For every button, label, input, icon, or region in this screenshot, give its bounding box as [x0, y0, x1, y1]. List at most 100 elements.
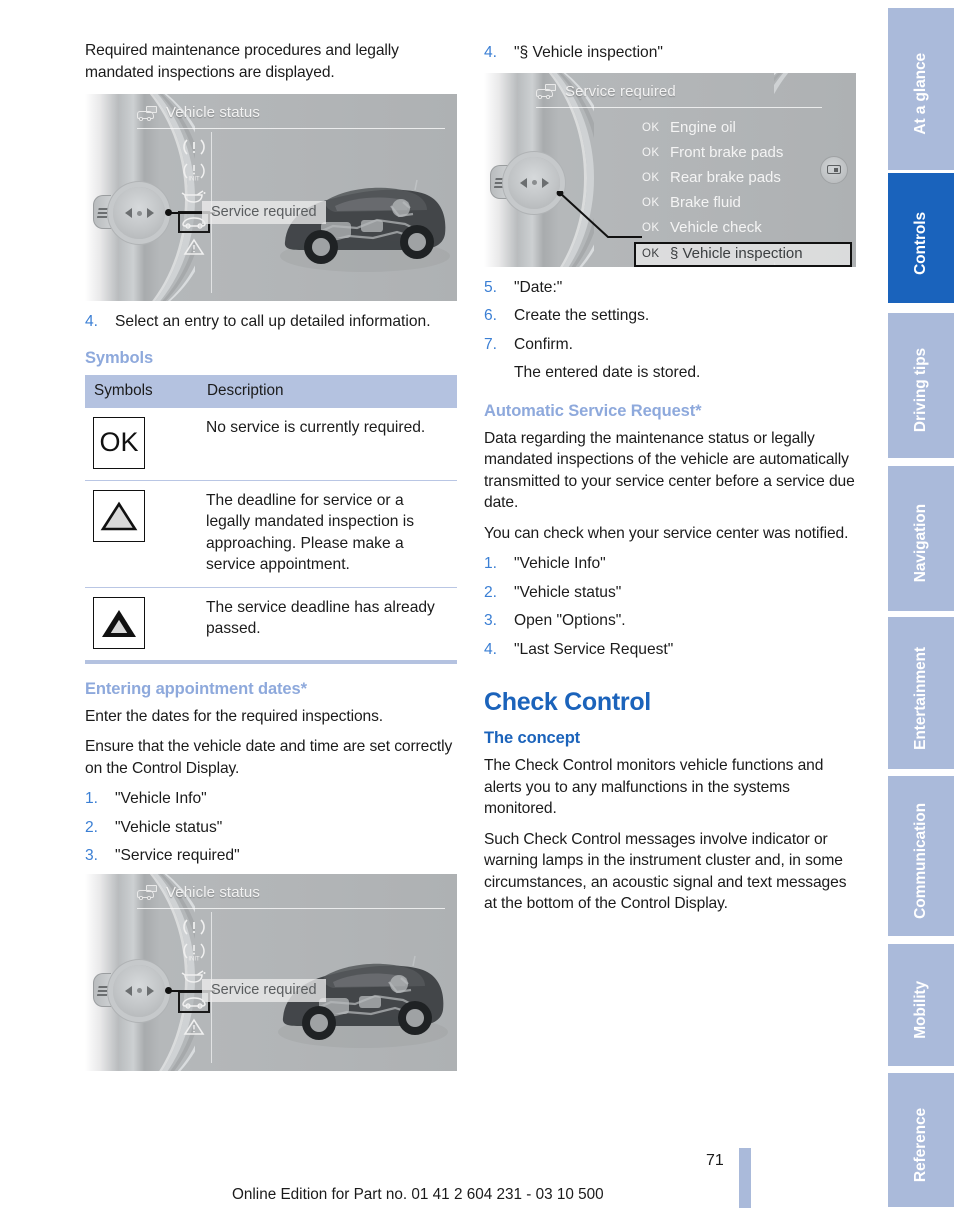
sidebar-item-label: Driving tips	[912, 348, 929, 433]
step-text: "Service required"	[115, 847, 240, 864]
list-item[interactable]: OK Rear brake pads	[636, 167, 852, 190]
intro-paragraph: Required maintenance procedures and lega…	[85, 42, 399, 81]
list-item[interactable]: OK Vehicle check	[636, 217, 852, 240]
step-text: "Last Service Request"	[514, 640, 674, 658]
list-item: 4. Select an entry to call up detailed i…	[85, 311, 457, 333]
list-item: 2. "Vehicle status"	[85, 817, 457, 839]
appointment-paragraph-1: Enter the dates for the required inspect…	[85, 707, 384, 725]
step-number: 2.	[484, 583, 498, 601]
table-row: OK No service is currently required.	[85, 407, 457, 481]
brake-init-icon[interactable]: INIT	[178, 161, 210, 183]
symbols-heading: Symbols	[85, 348, 154, 367]
warning-triangle-icon[interactable]	[178, 236, 210, 258]
selection-callout: Service required	[202, 201, 326, 224]
concept-paragraph-1: The Check Control monitors vehicle funct…	[484, 757, 824, 817]
step-text: Select an entry to call up detailed info…	[115, 313, 431, 330]
step-7-note: The entered date is stored.	[514, 364, 701, 381]
step-text: Create the settings.	[514, 307, 650, 324]
list-item-selected[interactable]: OK § Vehicle inspection	[634, 241, 852, 267]
sidebar-item-label: At a glance	[912, 53, 929, 135]
appointment-step-list: 1. "Vehicle Info" 2. "Vehicle status" 3.…	[85, 788, 457, 867]
list-item: 1. "Vehicle Info"	[484, 553, 856, 575]
item-label: Front brake pads	[670, 143, 784, 161]
list-item: 5. "Date:"	[484, 277, 856, 299]
service-items-list: OK Engine oil OK Front brake pads OK Rea…	[634, 117, 852, 267]
step-4-list: 4. "§ Vehicle inspection"	[484, 42, 856, 64]
step-text: "Vehicle Info"	[514, 555, 606, 572]
asr-paragraph-2: You can check when your service center w…	[484, 524, 849, 542]
display-header-title: Vehicle status	[166, 104, 260, 121]
list-item[interactable]: OK Engine oil	[636, 117, 852, 140]
symbol-ok-text: OK	[99, 426, 139, 457]
step-number: 6.	[484, 307, 498, 324]
sidebar-item-at-a-glance[interactable]: At a glance	[888, 8, 954, 170]
menu-button[interactable]	[93, 972, 111, 1007]
status-badge: OK	[642, 221, 660, 234]
menu-button[interactable]	[490, 164, 508, 199]
concept-paragraph-2: Such Check Control messages involve indi…	[484, 830, 847, 913]
display-header-rule	[137, 128, 445, 129]
step-number: 4.	[484, 640, 498, 658]
symbol-triangle-filled-box	[93, 596, 145, 649]
leader-dot	[165, 986, 172, 994]
step-number: 3.	[484, 612, 498, 629]
menu-button[interactable]	[93, 195, 111, 229]
table-row: The service deadline has already passed.	[85, 587, 457, 660]
manual-page: Required maintenance procedures and lega…	[0, 0, 954, 1215]
status-badge: OK	[642, 247, 660, 260]
display-header-rule	[137, 907, 445, 909]
control-display-screenshot-vehicle-status-1: Vehicle status INIT Service required	[85, 94, 457, 301]
display-header-rule	[536, 106, 822, 108]
controller-knob[interactable]	[113, 964, 165, 1017]
sidebar-item-driving-tips[interactable]: Driving tips	[888, 313, 954, 458]
brake-warning-icon[interactable]	[178, 136, 210, 158]
step-number: 1.	[484, 555, 498, 572]
page-number: 71	[706, 1152, 724, 1169]
svg-text:INIT: INIT	[188, 177, 200, 182]
brake-warning-icon[interactable]	[178, 916, 210, 938]
list-item[interactable]: OK Front brake pads	[636, 142, 852, 165]
symbol-ok-box: OK	[93, 416, 145, 469]
status-badge: OK	[642, 146, 660, 159]
sidebar-item-controls[interactable]: Controls	[888, 173, 954, 303]
page-title: Check Control	[484, 688, 651, 716]
leader-dot	[165, 209, 172, 216]
status-icon-strip: INIT	[177, 136, 211, 258]
selection-callout: Service required	[202, 978, 326, 1002]
sidebar-item-reference[interactable]: Reference	[888, 1073, 954, 1207]
step-text: Confirm.	[514, 335, 573, 353]
table-header-row: Symbols Description	[85, 374, 457, 408]
sidebar-item-entertainment[interactable]: Entertainment	[888, 617, 954, 769]
list-item: 4. "§ Vehicle inspection"	[484, 42, 856, 64]
display-header: Vehicle status	[137, 104, 447, 121]
sidebar-item-communication[interactable]: Communication	[888, 776, 954, 936]
step-text: Open "Options".	[514, 612, 626, 629]
sidebar-item-label: Communication	[912, 803, 929, 919]
the-concept-heading: The concept	[484, 729, 581, 747]
column-header-description: Description	[198, 374, 457, 408]
page-edge-marker	[739, 1148, 751, 1208]
list-item: 2. "Vehicle status"	[484, 582, 856, 604]
controller-knob[interactable]	[113, 187, 165, 239]
appointment-paragraph-2: Ensure that the vehicle date and time ar…	[85, 738, 453, 777]
item-label: Vehicle check	[670, 218, 762, 236]
brake-init-icon[interactable]: INIT	[178, 941, 210, 963]
sidebar-item-mobility[interactable]: Mobility	[888, 944, 954, 1066]
list-item[interactable]: OK Brake fluid	[636, 192, 852, 215]
warning-triangle-icon[interactable]	[178, 1016, 210, 1038]
leader-line	[556, 190, 642, 238]
column-header-symbols: Symbols	[85, 374, 198, 408]
item-label: Rear brake pads	[670, 168, 781, 186]
item-label: Brake fluid	[670, 193, 741, 211]
symbol-triangle-outline-box	[93, 489, 145, 542]
steps-5-7-list: 5. "Date:" 6. Create the settings. 7. Co…	[484, 277, 856, 356]
step-number: 3.	[85, 847, 99, 864]
symbols-table: Symbols Description OK No service is cur…	[85, 374, 457, 660]
status-icon-strip: INIT	[177, 916, 211, 1038]
sidebar-item-label: Controls	[912, 211, 929, 275]
step-text: "§ Vehicle inspection"	[514, 44, 663, 61]
sidebar-item-navigation[interactable]: Navigation	[888, 466, 954, 611]
symbol-description: The service deadline has already passed.	[206, 598, 435, 638]
step-list-after-screenshot: 4. Select an entry to call up detailed i…	[85, 311, 457, 333]
step-number: 1.	[85, 790, 99, 807]
